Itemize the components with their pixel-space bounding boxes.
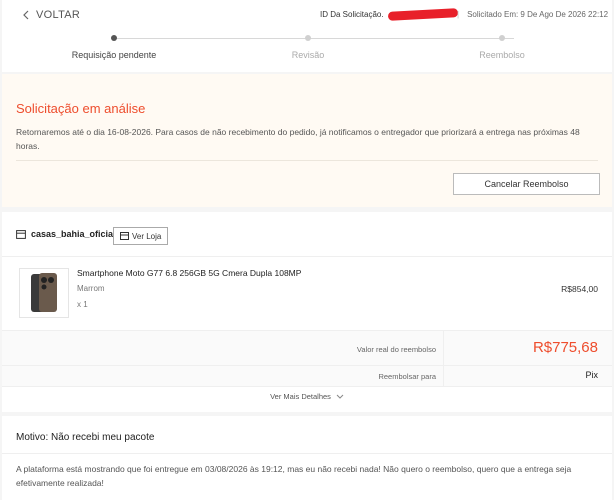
reason-description: A plataforma está mostrando que foi entr…: [16, 464, 572, 488]
smartphone-image: [31, 273, 57, 312]
reason-title: Motivo: Não recebi meu pacote: [16, 432, 155, 443]
row-divider: [443, 331, 444, 365]
more-details-label: Ver Mais Detalhes: [270, 392, 331, 401]
product-variant: Marrom: [77, 284, 105, 293]
status-title: Solicitação em análise: [16, 101, 146, 116]
order-divider: [2, 256, 612, 257]
refund-to-value: Pix: [585, 370, 598, 380]
view-store-label: Ver Loja: [132, 231, 162, 241]
request-header: VOLTAR ID Da Solicitação. | Solicitado Em…: [2, 0, 612, 72]
status-message: Retornaremos até o dia 16-08-2026. Para …: [16, 127, 580, 151]
view-store-button[interactable]: Ver Loja: [113, 227, 169, 245]
progress-dot-2: [305, 35, 311, 41]
chevron-down-icon: [336, 394, 344, 399]
progress-step-1-label: Requisição pendente: [71, 50, 157, 60]
refund-to-divider: [2, 386, 612, 387]
product-price: R$854,00: [561, 284, 598, 294]
progress-step-3-label: Reembolso: [479, 50, 525, 60]
request-id: ID Da Solicitação.: [320, 8, 458, 21]
status-divider: [16, 160, 598, 161]
progress-track: [114, 38, 514, 39]
chevron-left-icon: [23, 10, 29, 20]
progress-dot-1: [111, 35, 117, 41]
product-quantity: x 1: [77, 300, 88, 309]
refund-amount-label: Valor real do reembolso: [356, 345, 436, 354]
order-panel: casas_bahia_oficial Ver Loja Smartphone …: [2, 212, 612, 412]
back-button[interactable]: VOLTAR: [22, 9, 80, 21]
status-panel: Solicitação em análise Retornaremos até …: [2, 74, 612, 207]
reason-panel: Motivo: Não recebi meu pacote A platafor…: [2, 416, 612, 500]
refund-to-label: Reembolsar para: [378, 372, 436, 381]
request-id-label: ID Da Solicitação.: [320, 10, 384, 19]
store-icon: [16, 229, 26, 239]
header-separator: |: [457, 10, 460, 19]
requested-at: | Solicitado Em: 9 De Ago De 2026 22:12: [457, 10, 608, 19]
row-divider: [443, 366, 444, 386]
refund-amount-row: Valor real do reembolso R$775,68: [2, 331, 612, 365]
reason-divider: [2, 453, 612, 454]
cancel-refund-button[interactable]: Cancelar Reembolso: [453, 173, 600, 195]
refund-to-row: Reembolsar para Pix: [2, 366, 612, 386]
progress-dot-3: [499, 35, 505, 41]
product-name[interactable]: Smartphone Moto G77 6.8 256GB 5G Cmera D…: [77, 268, 301, 278]
store-icon: [120, 232, 129, 240]
back-label: VOLTAR: [36, 9, 81, 21]
more-details-button[interactable]: Ver Mais Detalhes: [2, 392, 612, 401]
refund-amount-value: R$775,68: [532, 339, 598, 356]
product-thumbnail[interactable]: [19, 268, 69, 318]
shop-name: casas_bahia_oficial: [16, 229, 116, 239]
progress-step-2-label: Revisão: [291, 50, 325, 60]
shop-name-text: casas_bahia_oficial: [31, 229, 116, 239]
redacted-request-id: [387, 8, 458, 21]
requested-at-text: Solicitado Em: 9 De Ago De 2026 22:12: [467, 10, 609, 19]
